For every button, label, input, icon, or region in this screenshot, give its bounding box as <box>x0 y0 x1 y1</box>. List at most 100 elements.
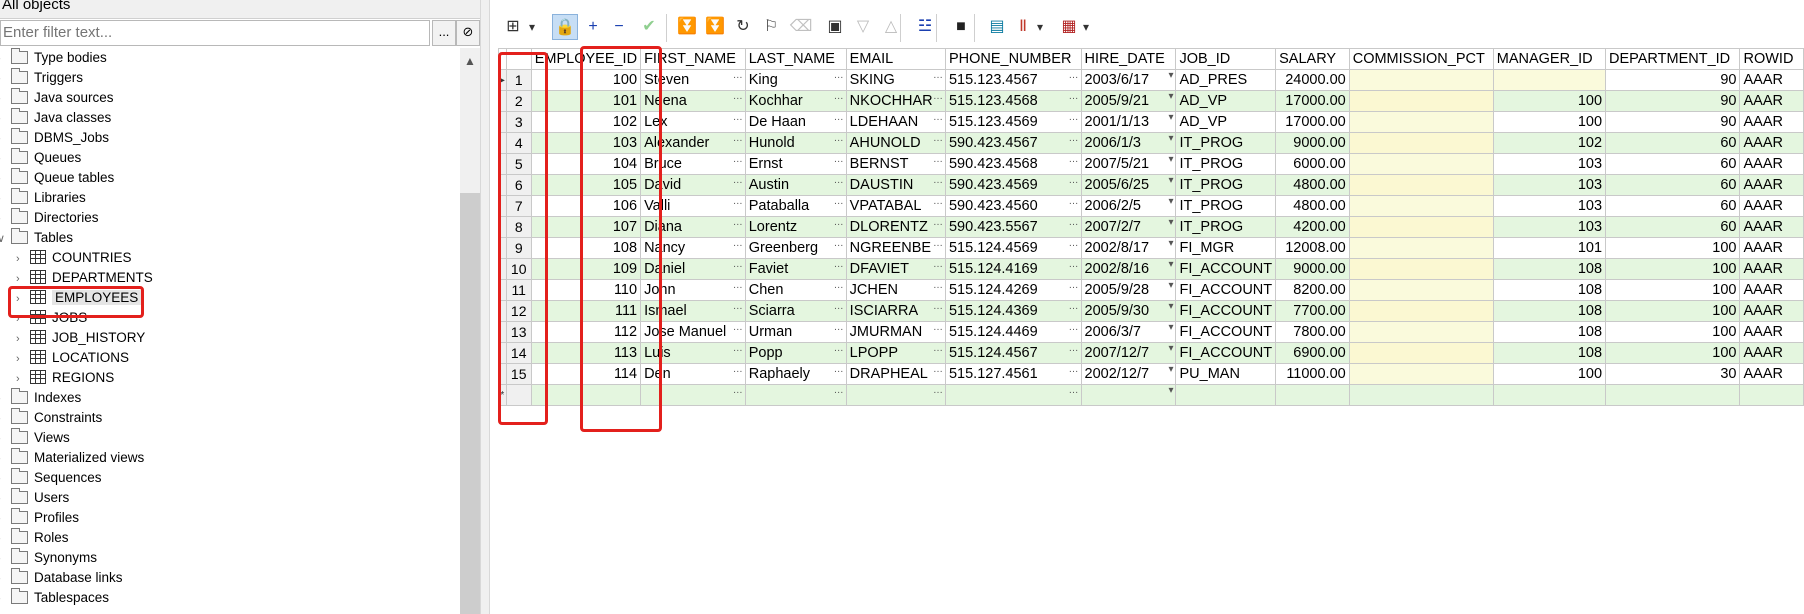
column-header-job-id[interactable]: JOB_ID <box>1175 48 1277 70</box>
cell-editor-ellipsis-icon[interactable]: … <box>933 281 943 292</box>
column-header-phone-number[interactable]: PHONE_NUMBER <box>944 48 1082 70</box>
cell-email[interactable]: DLORENTZ… <box>845 216 946 238</box>
cell-department-id[interactable]: 30 <box>1605 363 1741 385</box>
cell-job-id[interactable]: FI_ACCOUNT <box>1175 258 1277 280</box>
cell-editor-ellipsis-icon[interactable]: … <box>1069 113 1079 124</box>
cell-editor-ellipsis-icon[interactable]: … <box>1069 176 1079 187</box>
cell-salary[interactable]: 11000.00 <box>1275 363 1350 385</box>
cell-commission-pct[interactable] <box>1348 174 1494 196</box>
cell-editor-ellipsis-icon[interactable]: … <box>1069 197 1079 208</box>
cell-editor-ellipsis-icon[interactable]: … <box>733 281 743 292</box>
chevron-right-icon[interactable]: › <box>16 349 28 369</box>
column-header-commission-pct[interactable]: COMMISSION_PCT <box>1348 48 1494 70</box>
tree-item-dbms-jobs[interactable]: › DBMS_Jobs <box>0 127 109 148</box>
chevron-right-icon[interactable]: › <box>16 249 28 269</box>
cell-department-id[interactable]: 100 <box>1605 279 1741 301</box>
chevron-right-icon[interactable]: › <box>0 89 9 109</box>
column-header-department-id[interactable]: DEPARTMENT_ID <box>1605 48 1741 70</box>
date-dropdown-icon[interactable]: ▾ <box>1168 365 1173 376</box>
cell-manager-id[interactable]: 103 <box>1492 216 1607 238</box>
table-row[interactable]: 4 103 Alexander… Hunold… AHUNOLD… 590.423.456… <box>498 132 1804 154</box>
cell-editor-ellipsis-icon[interactable]: … <box>1069 365 1079 376</box>
cell-hire-date[interactable]: ▾ <box>1080 384 1177 406</box>
cell-rowid[interactable]: AAAR <box>1739 300 1804 322</box>
date-dropdown-icon[interactable]: ▾ <box>1168 218 1173 229</box>
chevron-right-icon[interactable]: › <box>0 429 9 449</box>
cell-commission-pct[interactable] <box>1348 237 1494 259</box>
cell-editor-ellipsis-icon[interactable]: … <box>733 218 743 229</box>
cell-email[interactable]: NGREENBE… <box>845 237 946 259</box>
chevron-right-icon[interactable]: › <box>0 449 9 469</box>
tree-vertical-scrollbar[interactable]: ▲ <box>460 48 480 614</box>
cell-last-name[interactable]: Hunold… <box>744 132 847 154</box>
post-changes-icon[interactable]: ✔ <box>636 14 662 40</box>
tree-item-countries[interactable]: › COUNTRIES <box>16 248 132 268</box>
chevron-right-icon[interactable]: › <box>0 389 9 409</box>
cell-salary[interactable]: 9000.00 <box>1275 132 1350 154</box>
cell-editor-ellipsis-icon[interactable]: … <box>834 281 844 292</box>
cell-rowid[interactable]: AAAR <box>1739 258 1804 280</box>
cell-rowid[interactable]: AAAR <box>1739 279 1804 301</box>
cell-job-id[interactable] <box>1175 384 1277 406</box>
cell-editor-ellipsis-icon[interactable]: … <box>1069 344 1079 355</box>
table-row[interactable]: 12 111 Ismael… Sciarra… ISCIARRA… 515.124.436… <box>498 300 1804 322</box>
cell-editor-ellipsis-icon[interactable]: … <box>933 386 943 397</box>
cell-salary[interactable]: 7700.00 <box>1275 300 1350 322</box>
cell-email[interactable]: LPOPP… <box>845 342 946 364</box>
cell-manager-id[interactable]: 108 <box>1492 321 1607 343</box>
cell-department-id[interactable]: 100 <box>1605 321 1741 343</box>
cell-manager-id[interactable]: 108 <box>1492 258 1607 280</box>
cell-editor-ellipsis-icon[interactable]: … <box>933 260 943 271</box>
cell-editor-ellipsis-icon[interactable]: … <box>733 344 743 355</box>
cell-last-name[interactable]: Lorentz… <box>744 216 847 238</box>
chart-icon[interactable]: Ⅱ <box>1010 14 1036 40</box>
cell-job-id[interactable]: AD_VP <box>1175 111 1277 133</box>
table-row[interactable]: 10 109 Daniel… Faviet… DFAVIET… 515.124.4169…… <box>498 258 1804 280</box>
dropdown-arrow-icon[interactable]: ▾ <box>526 14 538 40</box>
cell-job-id[interactable]: IT_PROG <box>1175 174 1277 196</box>
next-record-icon[interactable]: ▽ <box>850 14 876 40</box>
cell-commission-pct[interactable] <box>1348 153 1494 175</box>
cell-editor-ellipsis-icon[interactable]: … <box>733 134 743 145</box>
filter-box[interactable] <box>0 20 430 46</box>
cell-job-id[interactable]: FI_ACCOUNT <box>1175 300 1277 322</box>
tree-item-constraints[interactable]: › Constraints <box>0 407 102 428</box>
date-dropdown-icon[interactable]: ▾ <box>1168 71 1173 82</box>
cell-hire-date[interactable]: 2005/9/28 ▾ <box>1080 279 1177 301</box>
cell-rowid[interactable]: AAAR <box>1739 363 1804 385</box>
cell-manager-id[interactable] <box>1492 69 1607 91</box>
cell-editor-ellipsis-icon[interactable]: … <box>1069 71 1079 82</box>
cell-last-name[interactable]: Greenberg… <box>744 237 847 259</box>
table-row[interactable]: 7 106 Valli… Pataballa… VPATABAL… 590.423.456… <box>498 195 1804 217</box>
cell-editor-ellipsis-icon[interactable]: … <box>733 92 743 103</box>
chevron-right-icon[interactable]: › <box>0 529 9 549</box>
cell-editor-ellipsis-icon[interactable]: … <box>1069 323 1079 334</box>
table-row[interactable]: 2 101 Neena… Kochhar… NKOCHHAR… 515.123.4568…… <box>498 90 1804 112</box>
cell-manager-id[interactable]: 100 <box>1492 90 1607 112</box>
cell-last-name[interactable]: De Haan… <box>744 111 847 133</box>
cell-manager-id[interactable]: 108 <box>1492 300 1607 322</box>
tree-item-roles[interactable]: › Roles <box>0 527 69 549</box>
cell-editor-ellipsis-icon[interactable]: … <box>1069 155 1079 166</box>
chevron-right-icon[interactable]: › <box>16 329 28 349</box>
cell-editor-ellipsis-icon[interactable]: … <box>933 92 943 103</box>
cell-manager-id[interactable]: 103 <box>1492 174 1607 196</box>
tree-item-materialized-views[interactable]: › Materialized views <box>0 447 144 469</box>
table-options-icon[interactable]: ▦ <box>1056 14 1082 40</box>
cell-editor-ellipsis-icon[interactable]: … <box>933 323 943 334</box>
cell-phone-number[interactable]: 515.124.4569… <box>944 237 1082 259</box>
cell-rowid[interactable]: AAAR <box>1739 216 1804 238</box>
cell-email[interactable]: DRAPHEAL… <box>845 363 946 385</box>
cell-commission-pct[interactable] <box>1348 69 1494 91</box>
cell-rowid[interactable] <box>1739 384 1804 406</box>
filter-clear-button[interactable]: ⊘ <box>456 20 480 46</box>
cell-email[interactable]: ISCIARRA… <box>845 300 946 322</box>
cell-editor-ellipsis-icon[interactable]: … <box>1069 134 1079 145</box>
cell-email[interactable]: BERNST… <box>845 153 946 175</box>
cell-editor-ellipsis-icon[interactable]: … <box>1069 260 1079 271</box>
cell-editor-ellipsis-icon[interactable]: … <box>933 302 943 313</box>
tree-item-views[interactable]: › Views <box>0 427 70 449</box>
cell-phone-number[interactable]: 515.124.4469… <box>944 321 1082 343</box>
cell-job-id[interactable]: FI_ACCOUNT <box>1175 279 1277 301</box>
cell-salary[interactable]: 12008.00 <box>1275 237 1350 259</box>
